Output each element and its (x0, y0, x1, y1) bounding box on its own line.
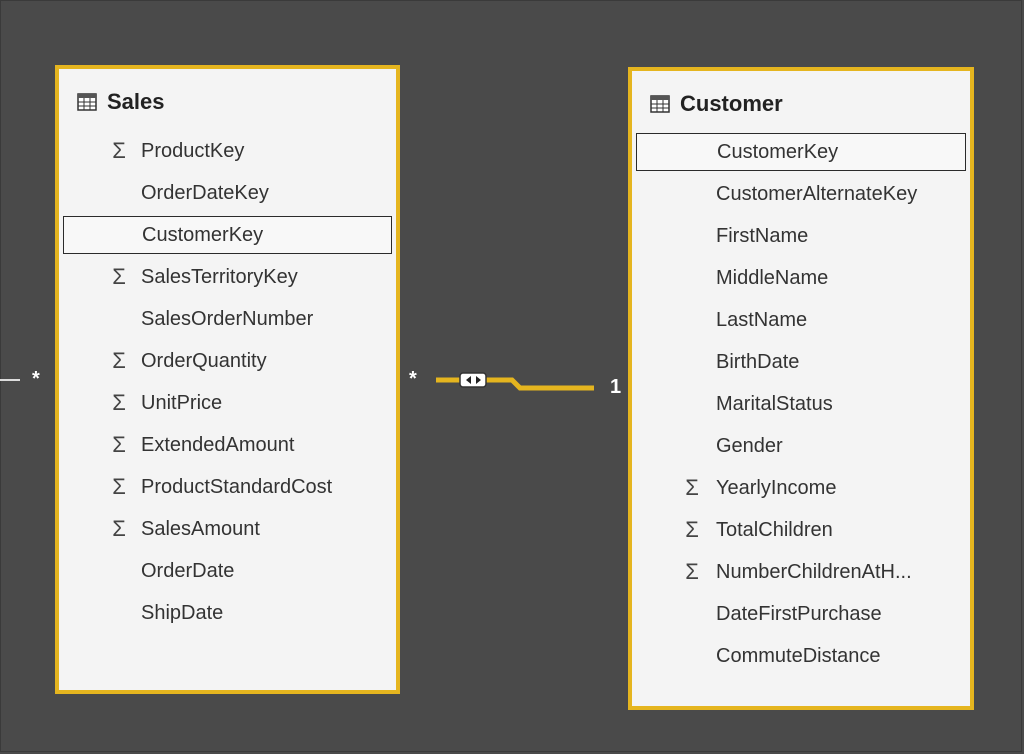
customer-field-row[interactable]: CustomerAlternateKey (636, 175, 966, 213)
sales-table-header[interactable]: Sales (77, 87, 165, 117)
customer-field-row[interactable]: MaritalStatus (636, 385, 966, 423)
sigma-icon: Σ (112, 348, 126, 373)
sales-field-name: OrderQuantity (141, 349, 267, 372)
table-icon (650, 95, 670, 113)
sales-field-row[interactable]: SalesOrderNumber (63, 300, 392, 338)
customer-field-name: CommuteDistance (716, 644, 881, 667)
sales-field-name: OrderDate (141, 559, 235, 582)
bidirectional-filter-icon (459, 372, 487, 388)
sales-customer-relationship[interactable] (436, 372, 594, 391)
customer-field-name: BirthDate (716, 350, 800, 373)
customer-field-name: Gender (716, 434, 783, 457)
one-cardinality-label: 1 (610, 376, 622, 398)
sales-table-card[interactable]: Sales Σ ProductKey OrderDateKey CustomerKey… (55, 65, 400, 694)
left-cardinality-label: * (32, 368, 40, 390)
many-cardinality-label: * (409, 368, 417, 390)
customer-field-name: MiddleName (716, 266, 829, 289)
customer-field-row[interactable]: CustomerKey (636, 133, 966, 171)
customer-field-name: LastName (716, 308, 808, 331)
sales-field-row[interactable]: Σ UnitPrice (63, 384, 392, 422)
sales-field-name: SalesTerritoryKey (141, 265, 298, 288)
customer-field-row[interactable]: Σ NumberChildrenAtH... (636, 553, 966, 591)
sales-field-name: ShipDate (141, 601, 224, 624)
customer-table-header[interactable]: Customer (650, 89, 783, 119)
customer-field-row[interactable]: LastName (636, 301, 966, 339)
sales-field-row[interactable]: Σ SalesTerritoryKey (63, 258, 392, 296)
sales-field-row[interactable]: Σ ProductKey (63, 132, 392, 170)
sales-field-name: OrderDateKey (141, 181, 269, 204)
customer-field-name: TotalChildren (716, 518, 833, 541)
customer-field-row[interactable]: CommuteDistance (636, 637, 966, 675)
customer-field-row[interactable]: Gender (636, 427, 966, 465)
sigma-icon: Σ (112, 264, 126, 289)
sigma-icon: Σ (112, 516, 126, 541)
sales-field-row[interactable]: Σ OrderQuantity (63, 342, 392, 380)
customer-field-name: CustomerAlternateKey (716, 182, 918, 205)
sales-field-row[interactable]: OrderDate (63, 552, 392, 590)
customer-field-name: DateFirstPurchase (716, 602, 882, 625)
sales-field-row[interactable]: CustomerKey (63, 216, 392, 254)
sigma-icon: Σ (112, 390, 126, 415)
sales-field-name: SalesAmount (141, 517, 260, 540)
customer-table-title: Customer (680, 91, 783, 116)
customer-field-name: YearlyIncome (716, 476, 837, 499)
sales-field-name: CustomerKey (142, 223, 264, 246)
sigma-icon: Σ (685, 559, 699, 584)
sales-field-name: ProductKey (141, 139, 245, 162)
customer-field-row[interactable]: BirthDate (636, 343, 966, 381)
customer-field-name: CustomerKey (717, 140, 839, 163)
customer-field-row[interactable]: Σ TotalChildren (636, 511, 966, 549)
customer-field-row[interactable]: Σ YearlyIncome (636, 469, 966, 507)
sales-field-row[interactable]: ShipDate (63, 594, 392, 632)
sigma-icon: Σ (112, 138, 126, 163)
customer-field-row[interactable]: MiddleName (636, 259, 966, 297)
sales-field-name: UnitPrice (141, 391, 223, 414)
customer-field-name: MaritalStatus (716, 392, 833, 415)
customer-field-row[interactable]: FirstName (636, 217, 966, 255)
customer-table-card[interactable]: Customer CustomerKey CustomerAlternateKey… (628, 67, 974, 710)
sigma-icon: Σ (112, 432, 126, 457)
sales-field-name: ProductStandardCost (141, 475, 333, 498)
table-icon (77, 93, 97, 111)
sales-field-row[interactable]: Σ ExtendedAmount (63, 426, 392, 464)
sales-field-row[interactable]: OrderDateKey (63, 174, 392, 212)
sigma-icon: Σ (112, 474, 126, 499)
sales-field-name: SalesOrderNumber (141, 307, 314, 330)
customer-field-name: FirstName (716, 224, 809, 247)
sigma-icon: Σ (685, 517, 699, 542)
sales-table-title: Sales (107, 89, 165, 114)
sales-field-name: ExtendedAmount (141, 433, 295, 456)
sales-field-row[interactable]: Σ ProductStandardCost (63, 468, 392, 506)
customer-field-name: NumberChildrenAtH... (716, 560, 912, 583)
customer-field-row[interactable]: DateFirstPurchase (636, 595, 966, 633)
sales-field-row[interactable]: Σ SalesAmount (63, 510, 392, 548)
sigma-icon: Σ (685, 475, 699, 500)
